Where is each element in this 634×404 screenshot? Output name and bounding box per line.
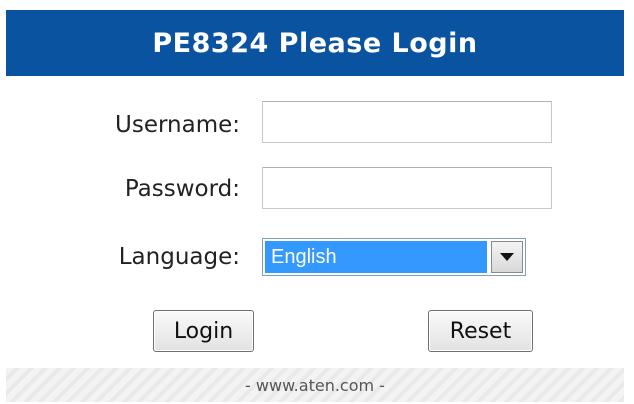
- footer-link-text: - www.aten.com -: [245, 375, 385, 395]
- page-title: PE8324 Please Login: [152, 27, 478, 59]
- language-label: Language:: [118, 244, 240, 270]
- reset-button[interactable]: Reset: [428, 310, 533, 352]
- dropdown-button[interactable]: [491, 241, 523, 273]
- chevron-down-icon: [500, 253, 514, 261]
- language-select[interactable]: English: [262, 238, 526, 276]
- login-header: PE8324 Please Login: [6, 10, 624, 76]
- username-label: Username:: [115, 112, 240, 138]
- password-label: Password:: [124, 176, 240, 202]
- language-selected-value[interactable]: English: [265, 241, 487, 273]
- username-input[interactable]: [262, 101, 552, 143]
- login-button[interactable]: Login: [153, 310, 254, 352]
- password-input[interactable]: [262, 167, 552, 209]
- footer: - www.aten.com -: [6, 368, 624, 402]
- login-page: PE8324 Please Login Username: Password: …: [0, 0, 634, 404]
